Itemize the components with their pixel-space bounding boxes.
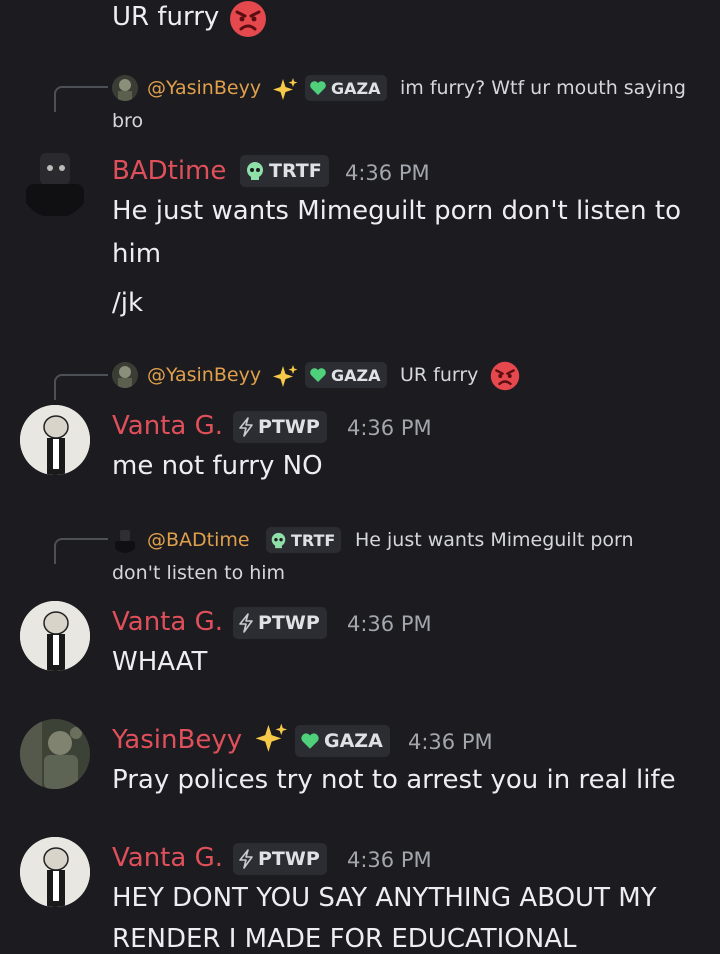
reply-text[interactable]: He just wants Mimeguilt porn bbox=[355, 529, 634, 551]
message-text: Pray polices try not to arrest you in re… bbox=[112, 765, 676, 795]
skull-icon bbox=[245, 161, 265, 181]
reply-spine bbox=[54, 374, 108, 400]
user-avatar[interactable] bbox=[20, 601, 90, 671]
reply-text-continued[interactable]: bro bbox=[112, 110, 143, 132]
angry-face-icon bbox=[490, 361, 520, 391]
tag-label: GAZA bbox=[331, 365, 381, 385]
message-text: me not furry NO bbox=[112, 451, 323, 481]
user-avatar[interactable] bbox=[20, 837, 90, 907]
username[interactable]: YasinBeyy bbox=[112, 725, 242, 755]
server-tag-badge: GAZA bbox=[305, 75, 387, 101]
tag-label: TRTF bbox=[269, 160, 322, 182]
reply-spine bbox=[54, 86, 108, 112]
reply-author[interactable]: @BADtime bbox=[147, 529, 250, 551]
user-avatar[interactable] bbox=[20, 719, 90, 789]
message-text: WHAAT bbox=[112, 647, 208, 677]
reply-text-continued[interactable]: don't listen to him bbox=[112, 562, 285, 584]
reply-spine bbox=[54, 538, 108, 564]
timestamp: 4:36 PM bbox=[408, 730, 493, 754]
user-avatar[interactable] bbox=[20, 405, 90, 475]
reply-text[interactable]: UR furry bbox=[400, 364, 478, 386]
angry-face-icon bbox=[230, 1, 266, 37]
user-avatar[interactable] bbox=[20, 148, 90, 218]
username[interactable]: Vanta G. bbox=[112, 607, 223, 637]
server-tag-badge: PTWP bbox=[233, 843, 327, 875]
lightning-icon bbox=[238, 849, 254, 869]
reply-author[interactable]: @YasinBeyy bbox=[147, 364, 261, 386]
tag-label: PTWP bbox=[258, 612, 320, 634]
tag-label: PTWP bbox=[258, 416, 320, 438]
server-tag-badge: GAZA bbox=[295, 725, 390, 757]
message-text: RENDER I MADE FOR EDUCATIONAL bbox=[112, 924, 577, 954]
server-tag-badge: GAZA bbox=[305, 362, 387, 388]
skull-icon bbox=[270, 532, 287, 549]
reply-text[interactable]: im furry? Wtf ur mouth saying bbox=[400, 77, 686, 99]
green-heart-icon bbox=[309, 367, 327, 383]
server-tag-badge: TRTF bbox=[266, 527, 342, 553]
reply-avatar[interactable] bbox=[112, 75, 138, 101]
reply-avatar[interactable] bbox=[112, 527, 138, 553]
lightning-icon bbox=[238, 613, 254, 633]
timestamp: 4:36 PM bbox=[345, 161, 430, 185]
server-tag-badge: PTWP bbox=[233, 411, 327, 443]
server-tag-badge: TRTF bbox=[240, 155, 329, 187]
username[interactable]: Vanta G. bbox=[112, 411, 223, 441]
sparkles-icon bbox=[273, 78, 298, 100]
server-tag-badge: PTWP bbox=[233, 607, 327, 639]
tag-label: GAZA bbox=[331, 78, 381, 98]
message-text: UR furry bbox=[112, 2, 220, 32]
username[interactable]: Vanta G. bbox=[112, 843, 223, 873]
green-heart-icon bbox=[309, 80, 327, 96]
tag-label: TRTF bbox=[291, 530, 336, 550]
lightning-icon bbox=[238, 417, 254, 437]
username[interactable]: BADtime bbox=[112, 156, 226, 186]
tag-label: PTWP bbox=[258, 848, 320, 870]
message-text: He just wants Mimeguilt porn don't liste… bbox=[112, 196, 681, 226]
message-text: him bbox=[112, 239, 162, 269]
timestamp: 4:36 PM bbox=[347, 848, 432, 872]
timestamp: 4:36 PM bbox=[347, 416, 432, 440]
message-text: HEY DONT YOU SAY ANYTHING ABOUT MY bbox=[112, 883, 657, 913]
reply-avatar[interactable] bbox=[112, 362, 138, 388]
sparkles-icon bbox=[255, 723, 288, 752]
green-heart-icon bbox=[300, 732, 320, 750]
message-text: /jk bbox=[112, 288, 144, 318]
timestamp: 4:36 PM bbox=[347, 612, 432, 636]
tag-label: GAZA bbox=[324, 730, 383, 752]
reply-author[interactable]: @YasinBeyy bbox=[147, 77, 261, 99]
sparkles-icon bbox=[273, 365, 298, 387]
